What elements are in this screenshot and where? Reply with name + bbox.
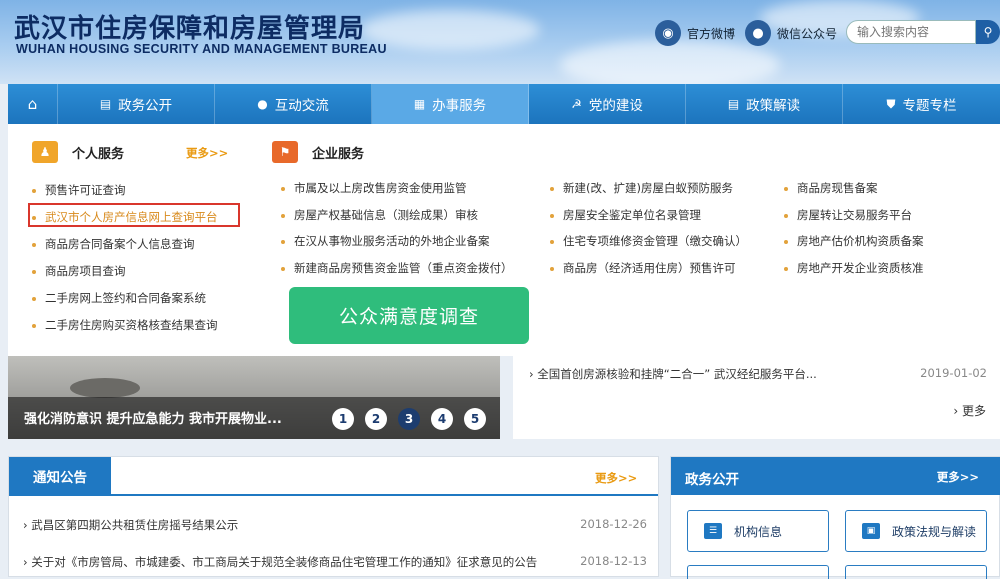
nav-item-label: 办事服务 (432, 98, 487, 114)
nav-item-label: 专题专栏 (902, 98, 957, 114)
slider-caption[interactable]: 强化消防意识 提升应急能力 我市开展物业... (24, 408, 282, 427)
news-item[interactable]: › 全国首创房源核验和挂牌“二合一” 武汉经纪服务平台... 2019-01-0… (529, 366, 987, 382)
nav-item-policy[interactable]: ▤ 政策解读 (686, 84, 843, 124)
slider-page-2[interactable]: 2 (365, 408, 387, 430)
weibo-link[interactable]: ◉ 官方微博 (655, 20, 735, 46)
chevron-right-icon: › (529, 367, 534, 381)
wechat-label: 微信公众号 (777, 26, 838, 41)
enterprise-services-header: ⚑ 企业服务 (272, 141, 364, 163)
nav-item-topics[interactable]: ⛊ 专题专栏 (843, 84, 1000, 124)
search-icon: ⚲ (983, 25, 993, 39)
notice-more-link[interactable]: 更多>> (595, 470, 637, 486)
gov-title: 政务公开 (685, 472, 739, 488)
personal-item[interactable]: 二手房网上签约和合同备案系统 (32, 290, 206, 306)
shield-icon: ⛊ (886, 96, 896, 111)
personal-services-header: ♟ 个人服务 (32, 141, 124, 163)
chevron-right-icon: › (953, 404, 959, 418)
document-icon: ▤ (727, 97, 740, 111)
party-icon: ☭ (571, 97, 582, 111)
document-icon: ▤ (99, 97, 112, 111)
search-input[interactable] (846, 20, 976, 44)
nav-item-label: 互动交流 (274, 98, 329, 114)
chevron-right-icon: › (23, 518, 28, 532)
personal-more-link[interactable]: 更多>> (186, 145, 228, 161)
cloud-decoration (360, 10, 540, 50)
enterprise-item[interactable]: 房地产估价机构资质备案 (784, 233, 924, 249)
site-header: 武汉市住房保障和房屋管理局 WUHAN HOUSING SECURITY AND… (0, 0, 1000, 84)
section-title: 个人服务 (72, 146, 125, 162)
enterprise-item[interactable]: 房屋安全鉴定单位名录管理 (550, 207, 701, 223)
personal-item[interactable]: 商品房项目查询 (32, 263, 126, 279)
org-info-button[interactable]: ☰ 机构信息 (687, 510, 829, 552)
personal-item[interactable]: 商品房合同备案个人信息查询 (32, 236, 195, 252)
person-icon: ♟ (32, 141, 58, 163)
slider-page-5[interactable]: 5 (464, 408, 486, 430)
notice-panel: 通知公告 更多>> › 武昌区第四期公共租赁住房摇号结果公示 2018-12-2… (8, 456, 659, 577)
nav-item-label: 党的建设 (588, 98, 643, 114)
slider-page-3[interactable]: 3 (398, 408, 420, 430)
slider-page-1[interactable]: 1 (332, 408, 354, 430)
enterprise-item[interactable]: 新建(改、扩建)房屋白蚁预防服务 (550, 180, 733, 196)
nav-item-gov-affairs[interactable]: ▤ 政务公开 (58, 84, 215, 124)
enterprise-item[interactable]: 房屋产权基础信息（测绘成果）审核 (281, 207, 478, 223)
flag-icon: ⚑ (272, 141, 298, 163)
list-icon: ☰ (704, 523, 722, 539)
nav-item-services[interactable]: ▦ 办事服务 (372, 84, 529, 131)
enterprise-item[interactable]: 房屋转让交易服务平台 (784, 207, 912, 223)
home-icon: ⌂ (27, 95, 38, 113)
nav-item-label: 政策解读 (746, 98, 801, 114)
personal-item[interactable]: 预售许可证查询 (32, 182, 126, 198)
book-icon: ▣ (862, 523, 880, 539)
enterprise-item[interactable]: 商品房（经济适用住房）预售许可 (550, 260, 736, 276)
personal-item[interactable]: 二手房住房购买资格核查结果查询 (32, 317, 218, 333)
gov-more-link[interactable]: 更多>> (937, 469, 979, 485)
search-button[interactable]: ⚲ (976, 20, 1000, 44)
slider-pagination: 1 2 3 4 5 (332, 408, 497, 430)
chat-icon: ● (257, 97, 268, 111)
news-item-title: 全国首创房源核验和挂牌“二合一” 武汉经纪服务平台... (537, 367, 817, 381)
weibo-icon: ◉ (655, 20, 681, 46)
nav-item-label: 政务公开 (118, 98, 173, 114)
survey-button[interactable]: 公众满意度调查 (289, 287, 529, 344)
news-slider[interactable]: 强化消防意识 提升应急能力 我市开展物业... 1 2 3 4 5 (8, 356, 500, 439)
slider-page-4[interactable]: 4 (431, 408, 453, 430)
wechat-link[interactable]: ● 微信公众号 (745, 20, 837, 46)
notice-row[interactable]: › 关于对《市房管局、市城建委、市工商局关于规范全装修商品住宅管理工作的通知》征… (23, 554, 647, 570)
chevron-right-icon: › (23, 555, 28, 569)
notice-row[interactable]: › 武昌区第四期公共租赁住房摇号结果公示 2018-12-26 (23, 517, 647, 533)
weibo-label: 官方微博 (687, 26, 736, 41)
enterprise-item[interactable]: 在汉从事物业服务活动的外地企业备案 (281, 233, 490, 249)
site-title-en: WUHAN HOUSING SECURITY AND MANAGEMENT BU… (16, 42, 387, 56)
grid-icon: ▦ (413, 97, 426, 111)
personal-item-highlighted[interactable]: 武汉市个人房产信息网上查询平台 (32, 209, 218, 225)
cloud-decoration (560, 40, 780, 84)
enterprise-item[interactable]: 商品房现售备案 (784, 180, 878, 196)
enterprise-item[interactable]: 住宅专项维修资金管理（缴交确认） (550, 233, 747, 249)
enterprise-item[interactable]: 房地产开发企业资质核准 (784, 260, 924, 276)
site-title: 武汉市住房保障和房屋管理局 (14, 14, 366, 44)
section-title: 企业服务 (312, 146, 365, 162)
policy-button[interactable]: ▣ 政策法规与解读 (845, 510, 987, 552)
news-more-link[interactable]: › 更多 (953, 402, 986, 419)
nav-item-interaction[interactable]: ● 互动交流 (215, 84, 372, 124)
enterprise-item[interactable]: 市属及以上房改售房资金使用监管 (281, 180, 467, 196)
nav-home[interactable]: ⌂ (8, 84, 58, 124)
nav-item-party[interactable]: ☭ 党的建设 (529, 84, 686, 124)
services-dropdown: ♟ 个人服务 更多>> ⚑ 企业服务 预售许可证查询 武汉市个人房产信息网上查询… (8, 124, 1000, 356)
slider-image (70, 378, 140, 398)
search-box: ⚲ (846, 20, 1000, 46)
news-list: › 全国首创房源核验和挂牌“二合一” 武汉经纪服务平台... 2019-01-0… (513, 356, 1000, 439)
main-nav: ⌂ ▤ 政务公开 ● 互动交流 ▦ 办事服务 ☭ 党的建设 ▤ 政策解读 ⛊ 专… (8, 84, 1000, 131)
notice-tab[interactable]: 通知公告 (9, 457, 111, 495)
enterprise-item[interactable]: 新建商品房预售资金监管（重点资金拨付） (281, 260, 513, 276)
news-date: 2019-01-02 (920, 366, 987, 380)
gov-affairs-panel: 政务公开 更多>> ☰ 机构信息 ▣ 政策法规与解读 (670, 456, 1000, 579)
wechat-icon: ● (745, 20, 771, 46)
